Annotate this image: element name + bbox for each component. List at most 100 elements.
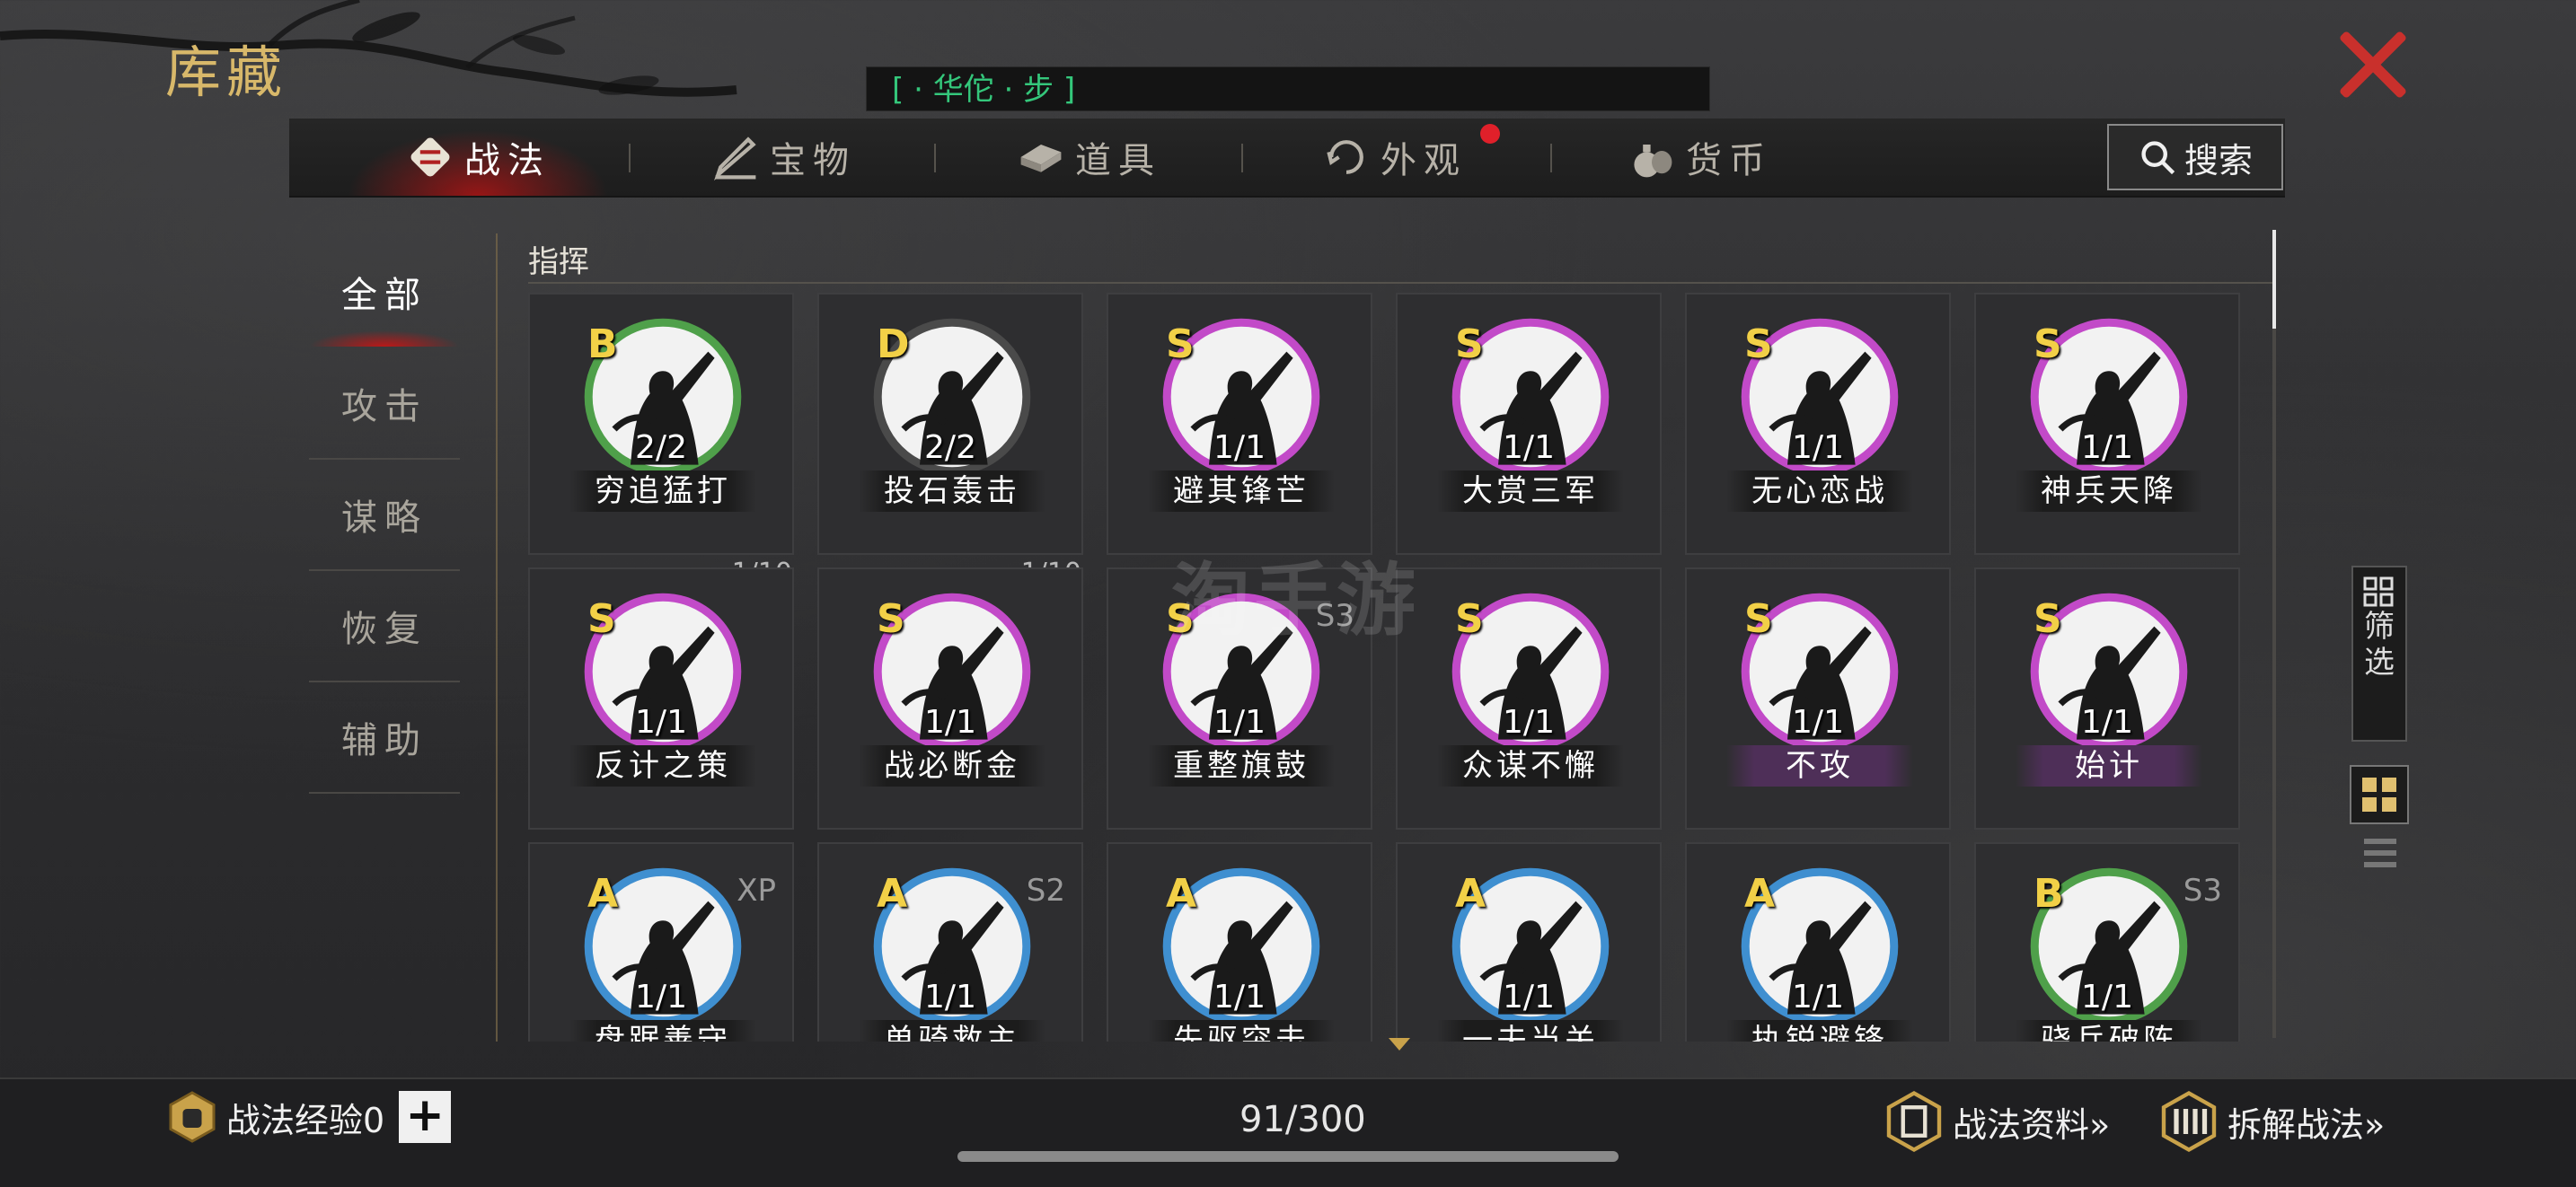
tactic-name: 重整旗鼓 bbox=[1148, 745, 1335, 787]
sidebar-item-all[interactable]: 全部 bbox=[309, 237, 460, 348]
list-view-icon[interactable] bbox=[2362, 835, 2398, 871]
owned-count: 1/1 bbox=[1503, 429, 1555, 466]
category-tab-bar: 战法 宝物 道具 外观 货币 bbox=[289, 119, 2285, 198]
tactic-card[interactable]: S 1/1 避其锋芒 bbox=[1107, 293, 1372, 555]
dismantle-tactic-button[interactable]: 拆解战法» bbox=[2157, 1090, 2385, 1153]
owned-count: 1/1 bbox=[1503, 704, 1555, 741]
grade-badge: A bbox=[877, 871, 908, 917]
tactic-info-button[interactable]: 战法资料» bbox=[1883, 1090, 2110, 1153]
tactic-card[interactable]: B S3 1/1 骁兵破阵 bbox=[1974, 842, 2240, 1042]
scrolling-notice: [ · 华佗 · 步 ] bbox=[866, 66, 1710, 111]
grade-badge: A bbox=[587, 871, 619, 917]
appearance-icon bbox=[1327, 140, 1363, 174]
tactic-name: 骁兵破阵 bbox=[2016, 1020, 2202, 1042]
more-below-arrow-icon bbox=[1389, 1038, 1410, 1051]
tactic-info-label: 战法资料» bbox=[1953, 1104, 2111, 1145]
tactic-exp-label: 战法经验0 bbox=[226, 1100, 385, 1140]
search-icon bbox=[2141, 141, 2175, 175]
sidebar-item-support[interactable]: 辅助 bbox=[309, 682, 460, 794]
tactic-card[interactable]: D 2/2 投石轰击 bbox=[817, 293, 1083, 555]
sidebar-item-attack[interactable]: 攻击 bbox=[309, 348, 460, 460]
item-icon bbox=[1020, 145, 1062, 172]
grade-badge: S bbox=[877, 596, 905, 642]
treasure-icon bbox=[714, 136, 756, 181]
tactic-card[interactable]: A 1/1 执锐避锋 bbox=[1685, 842, 1951, 1042]
tactic-card[interactable]: S 1/1 众谋不懈 bbox=[1396, 567, 1662, 830]
grid-filter-icon bbox=[2363, 576, 2394, 607]
search-button[interactable]: 搜索 bbox=[2107, 124, 2283, 190]
owned-count: 1/1 bbox=[1213, 979, 1266, 1016]
sidebar-item-recovery[interactable]: 恢复 bbox=[309, 571, 460, 682]
season-tag: S3 bbox=[2183, 873, 2222, 909]
add-exp-button[interactable]: + bbox=[399, 1091, 452, 1143]
owned-count: 2/2 bbox=[635, 429, 687, 466]
grade-badge: S bbox=[2033, 596, 2062, 642]
tab-currency[interactable]: 货币 bbox=[1547, 119, 1852, 196]
tactic-card[interactable]: S 1/1 战必断金 bbox=[817, 567, 1083, 830]
tactic-name: 穷追猛打 bbox=[569, 470, 756, 512]
grid-view-toggle[interactable] bbox=[2350, 765, 2409, 824]
filter-button[interactable]: 筛选 bbox=[2351, 566, 2407, 742]
tactic-card[interactable]: S 1/1 不攻 bbox=[1685, 567, 1951, 830]
sidebar-filter: 全部 攻击 谋略 恢复 辅助 bbox=[309, 237, 460, 794]
tab-treasures[interactable]: 宝物 bbox=[631, 119, 936, 196]
tactic-name: 避其锋芒 bbox=[1148, 470, 1335, 512]
grade-badge: D bbox=[877, 321, 910, 367]
page-title: 库藏 bbox=[165, 40, 288, 105]
grid-view-icon bbox=[2362, 778, 2396, 812]
tactic-card[interactable]: A XP 1/1 盘踞善守 bbox=[528, 842, 794, 1042]
tactic-card[interactable]: S 1/1 始计 bbox=[1974, 567, 2240, 830]
owned-count: 1/1 bbox=[1503, 979, 1555, 1016]
owned-count: 1/1 bbox=[1792, 429, 1844, 466]
season-tag: S2 bbox=[1026, 873, 1065, 909]
tactic-card[interactable]: S 1/1 大赏三军 bbox=[1396, 293, 1662, 555]
owned-count: 1/1 bbox=[2081, 979, 2133, 1016]
tab-tactics[interactable]: 战法 bbox=[325, 119, 631, 196]
sidebar-item-strategy[interactable]: 谋略 bbox=[309, 460, 460, 571]
tactic-name: 不攻 bbox=[1726, 745, 1913, 787]
grade-badge: S bbox=[1166, 321, 1195, 367]
grade-badge: S bbox=[587, 596, 616, 642]
home-indicator[interactable] bbox=[957, 1151, 1619, 1162]
dismantle-icon bbox=[2161, 1090, 2217, 1153]
owned-count: 1/1 bbox=[924, 704, 976, 741]
tactic-name: 先驱突击 bbox=[1148, 1020, 1335, 1042]
grade-badge: S bbox=[1744, 596, 1773, 642]
scrollbar-thumb[interactable] bbox=[2272, 230, 2276, 329]
grade-badge: A bbox=[1744, 871, 1776, 917]
grade-badge: S bbox=[2033, 321, 2062, 367]
owned-count: 1/1 bbox=[635, 979, 687, 1016]
tactic-card[interactable]: S 1/1 反计之策 bbox=[528, 567, 794, 830]
tab-appearance[interactable]: 外观 bbox=[1241, 119, 1547, 196]
tab-label: 外观 bbox=[1381, 140, 1467, 181]
tab-items[interactable]: 道具 bbox=[936, 119, 1241, 196]
owned-count: 1/1 bbox=[1213, 704, 1266, 741]
tab-label: 宝物 bbox=[770, 140, 856, 181]
grade-badge: B bbox=[2033, 871, 2064, 917]
tactic-grid: B2/2穷追猛打1/10D2/2投石轰击1/10S1/1避其锋芒S1/1大赏三军… bbox=[528, 293, 2253, 1042]
grade-badge: A bbox=[1166, 871, 1197, 917]
tab-label: 货币 bbox=[1686, 140, 1772, 181]
close-icon[interactable] bbox=[2335, 27, 2411, 102]
book-icon bbox=[1886, 1090, 1942, 1153]
tactic-name: 投石轰击 bbox=[859, 470, 1045, 512]
tactic-name: 始计 bbox=[2016, 745, 2202, 787]
tactic-card[interactable]: S 1/1 神兵天降 bbox=[1974, 293, 2240, 555]
tactic-card[interactable]: S 1/1 无心恋战 bbox=[1685, 293, 1951, 555]
tactic-card[interactable]: A S2 1/1 单骑救主 bbox=[817, 842, 1083, 1042]
tactic-name: 单骑救主 bbox=[859, 1020, 1045, 1042]
tactic-card[interactable]: A 1/1 一夫当关 bbox=[1396, 842, 1662, 1042]
tactic-name: 盘踞善守 bbox=[569, 1020, 756, 1042]
tactic-name: 一夫当关 bbox=[1437, 1020, 1624, 1042]
grade-badge: A bbox=[1455, 871, 1486, 917]
filter-label: 筛选 bbox=[2364, 609, 2395, 681]
tactic-name: 大赏三军 bbox=[1437, 470, 1624, 512]
tactic-card[interactable]: A 1/1 先驱突击 bbox=[1107, 842, 1372, 1042]
tactic-name: 执锐避锋 bbox=[1726, 1020, 1913, 1042]
grade-badge: S bbox=[1744, 321, 1773, 367]
tactic-card[interactable]: B 2/2 穷追猛打 bbox=[528, 293, 794, 555]
tactic-name: 众谋不懈 bbox=[1437, 745, 1624, 787]
section-divider bbox=[528, 282, 2276, 284]
scrollbar-track[interactable] bbox=[2272, 230, 2276, 1038]
owned-count: 1/1 bbox=[924, 979, 976, 1016]
